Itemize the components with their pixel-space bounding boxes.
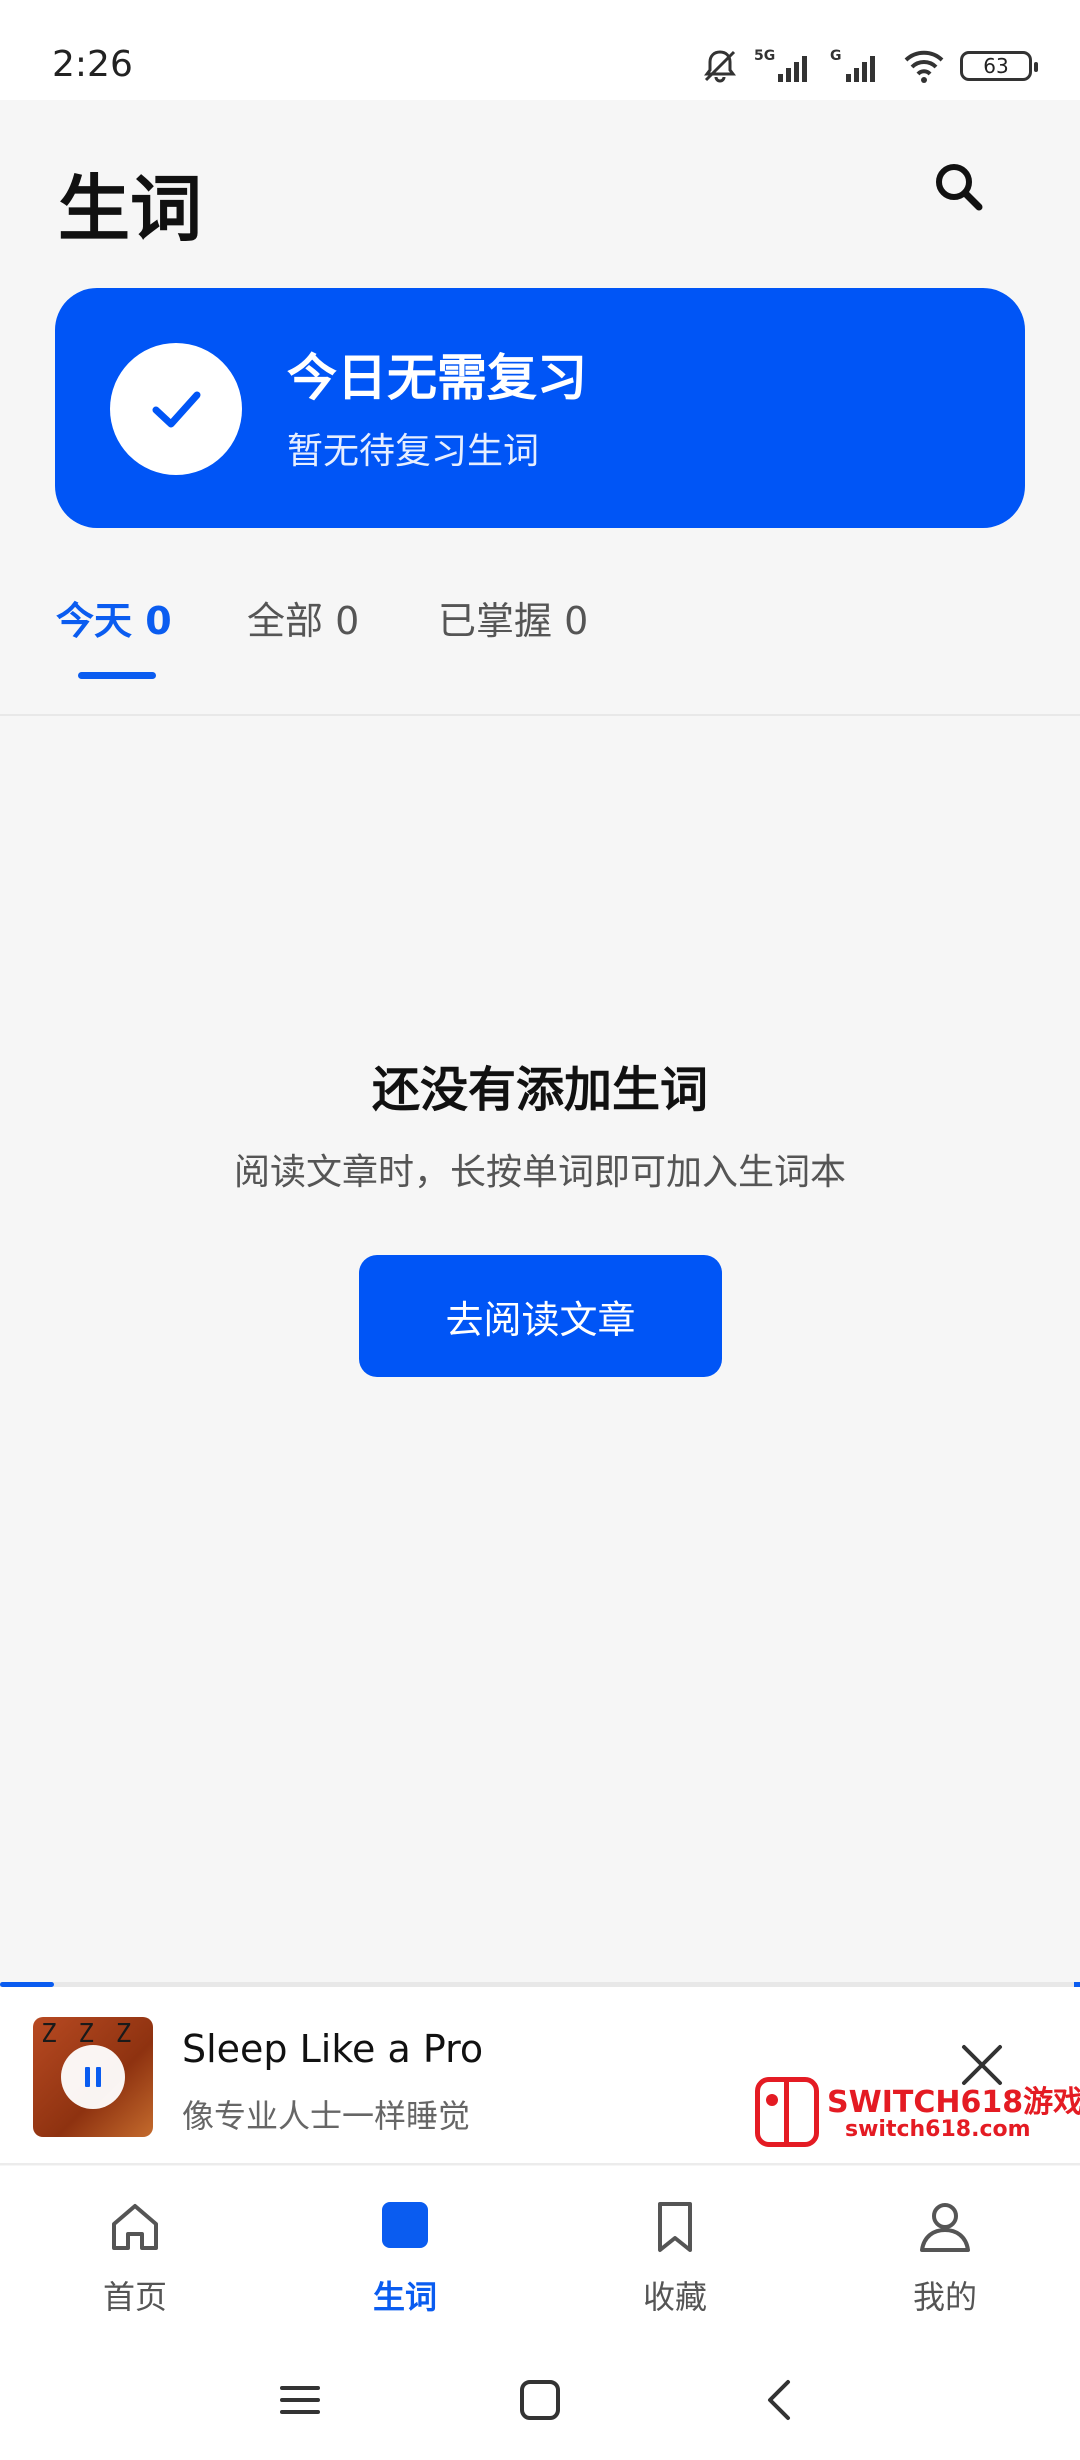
- recent-apps-button[interactable]: [270, 2370, 330, 2430]
- nav-favorites[interactable]: 收藏: [575, 2196, 775, 2326]
- header: 生词: [0, 100, 1080, 280]
- signal-g-icon: G: [830, 48, 875, 82]
- home-system-button[interactable]: [510, 2370, 570, 2430]
- review-card-title: 今日无需复习: [287, 349, 587, 407]
- page-title: 生词: [58, 167, 203, 251]
- tab-today[interactable]: 今天 0: [56, 590, 172, 645]
- svg-text:G: G: [830, 48, 842, 64]
- profile-icon: [914, 2196, 976, 2258]
- nav-favorites-label: 收藏: [642, 2278, 707, 2316]
- status-bar: 2:26 5G G 63: [0, 0, 1080, 100]
- watermark-url: switch618.com: [845, 2117, 1031, 2142]
- vocab-icon: [374, 2196, 436, 2258]
- check-badge: [110, 343, 242, 475]
- tabs-divider: [0, 714, 1080, 716]
- track-subtitle: 像专业人士一样睡觉: [182, 2097, 471, 2135]
- system-nav-bar: [0, 2340, 1080, 2460]
- vocab-tabs: 今天 0 全部 0 已掌握 0: [0, 580, 1080, 715]
- empty-state-title: 还没有添加生词: [371, 1062, 708, 1118]
- review-status-card[interactable]: 今日无需复习 暂无待复习生词: [55, 288, 1025, 528]
- wifi-icon: [904, 50, 944, 83]
- status-time: 2:26: [52, 44, 133, 85]
- pause-icon: [85, 2067, 101, 2087]
- watermark: SWITCH618游戏 switch618.com: [755, 2077, 1080, 2149]
- nav-profile-label: 我的: [912, 2278, 977, 2316]
- status-icons: 5G G 63: [700, 44, 1038, 88]
- switch-logo-icon: [755, 2077, 819, 2147]
- mute-bell-icon: [704, 50, 736, 83]
- mini-player[interactable]: Z Z Z Sleep Like a Pro 像专业人士一样睡觉 SWITCH6…: [0, 1987, 1080, 2165]
- track-title: Sleep Like a Pro: [182, 2027, 484, 2071]
- home-icon: [104, 2196, 166, 2258]
- tab-indicator: [78, 672, 156, 679]
- search-icon: [936, 164, 983, 211]
- back-chevron-icon: [768, 2380, 790, 2420]
- nav-home[interactable]: 首页: [35, 2196, 235, 2326]
- nav-vocab-label: 生词: [372, 2278, 437, 2316]
- go-read-articles-button[interactable]: 去阅读文章: [359, 1255, 722, 1377]
- signal-5g-icon: 5G: [754, 48, 807, 82]
- empty-state-description: 阅读文章时，长按单词即可加入生词本: [233, 1152, 846, 1193]
- search-button[interactable]: [924, 152, 994, 222]
- bookmark-icon: [644, 2196, 706, 2258]
- album-cover: Z Z Z: [33, 2017, 153, 2137]
- svg-text:5G: 5G: [754, 48, 775, 64]
- battery-level: 63: [983, 54, 1009, 78]
- menu-icon: [280, 2386, 320, 2414]
- pause-button[interactable]: [61, 2045, 125, 2109]
- review-card-subtitle: 暂无待复习生词: [287, 431, 540, 472]
- battery-indicator: 63: [960, 51, 1038, 81]
- tab-mastered[interactable]: 已掌握 0: [438, 590, 588, 645]
- check-icon: [152, 391, 201, 428]
- square-icon: [520, 2380, 560, 2420]
- tab-all[interactable]: 全部 0: [247, 590, 359, 645]
- back-system-button[interactable]: [750, 2370, 810, 2430]
- nav-home-label: 首页: [102, 2278, 167, 2316]
- nav-profile[interactable]: 我的: [845, 2196, 1045, 2326]
- watermark-title: SWITCH618游戏: [827, 2085, 1080, 2120]
- nav-vocab[interactable]: 生词: [305, 2196, 505, 2326]
- bottom-nav: 首页 生词 收藏 我的: [0, 2166, 1080, 2340]
